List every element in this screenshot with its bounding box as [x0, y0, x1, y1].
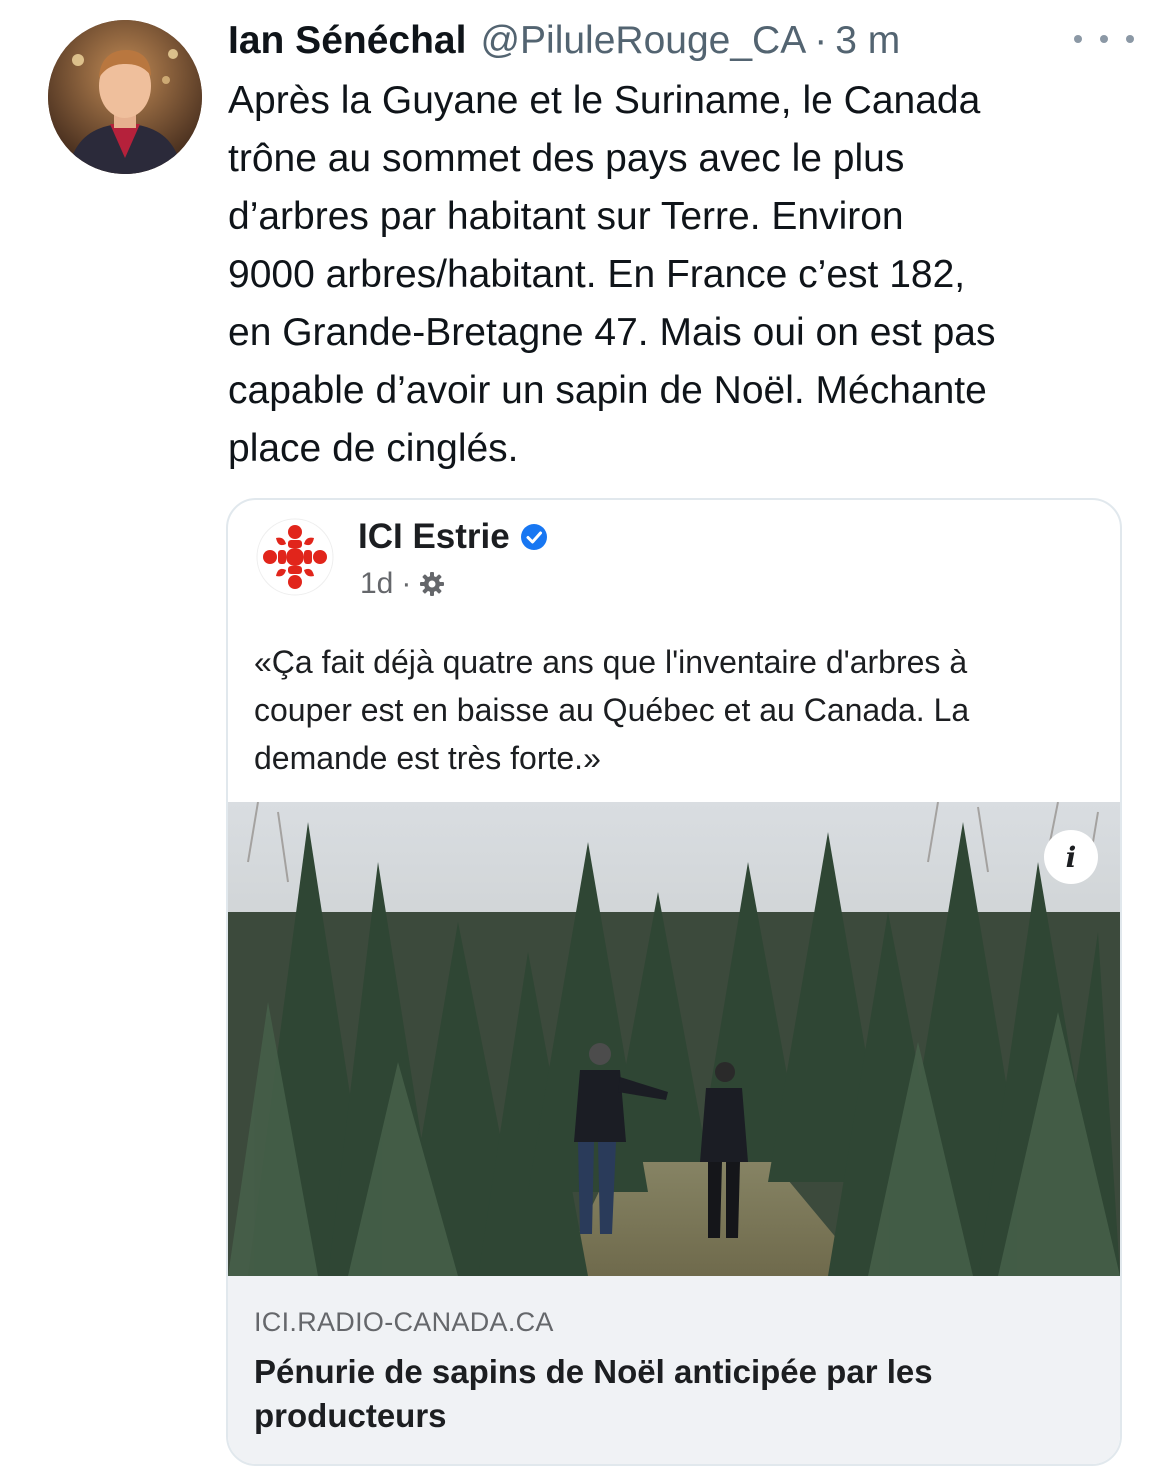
quote-line: demande est très forte.» [254, 740, 601, 776]
author-avatar[interactable] [48, 20, 202, 174]
link-preview[interactable]: ICI.RADIO-CANADA.CA Pénurie de sapins de… [228, 1276, 1120, 1464]
post-age: 1d [360, 567, 394, 600]
tweet-text: Après la Guyane et le Suriname, le Canad… [228, 72, 1128, 478]
embedded-post-image[interactable]: ICI Estrie 1d · «Ça fait déjà quatre ans… [226, 498, 1122, 1466]
tweet-text-line: trône au sommet des pays avec le plus [228, 137, 905, 180]
headline-line: Pénurie de sapins de Noël anticipée par … [254, 1353, 933, 1390]
more-dot [1074, 35, 1082, 43]
gear-icon [420, 572, 445, 596]
meta-separator: · [401, 567, 412, 600]
author-handle[interactable]: @PiluleRouge_CA [480, 16, 806, 66]
source-name: ICI Estrie [358, 516, 548, 558]
tweet[interactable]: Ian Sénéchal @PiluleRouge_CA · 3 m Après… [0, 0, 1170, 1478]
article-photo: i [228, 802, 1120, 1276]
tweet-text-line: Après la Guyane et le Suriname, le Canad… [228, 79, 981, 122]
more-dot [1100, 35, 1108, 43]
post-quote: «Ça fait déjà quatre ans que l'inventair… [254, 638, 1104, 782]
author-name[interactable]: Ian Sénéchal [228, 16, 466, 66]
tweet-text-line: en Grande-Bretagne 47. Mais oui on est p… [228, 311, 996, 354]
tweet-timestamp[interactable]: 3 m [835, 16, 900, 66]
tweet-text-line: capable d’avoir un sapin de Noël. Méchan… [228, 369, 987, 412]
quote-line: «Ça fait déjà quatre ans que l'inventair… [254, 644, 968, 680]
more-dot [1126, 35, 1134, 43]
source-name-label: ICI Estrie [358, 517, 510, 556]
header-separator: · [814, 19, 828, 62]
link-headline: Pénurie de sapins de Noël anticipée par … [254, 1350, 1074, 1438]
tweet-text-line: place de cinglés. [228, 427, 519, 470]
avatar-photo [48, 20, 202, 174]
tweet-text-line: 9000 arbres/habitant. En France c’est 18… [228, 253, 966, 296]
quote-line: couper est en baisse au Québec et au Can… [254, 692, 970, 728]
christmas-tree-farm-photo [228, 802, 1120, 1276]
source-meta: 1d · [360, 566, 445, 602]
headline-line: producteurs [254, 1397, 447, 1434]
info-icon[interactable]: i [1044, 830, 1098, 884]
link-domain: ICI.RADIO-CANADA.CA [254, 1307, 554, 1337]
tweet-header: Ian Sénéchal @PiluleRouge_CA · 3 m [228, 16, 900, 66]
tweet-text-line: d’arbres par habitant sur Terre. Environ [228, 195, 904, 238]
more-options-button[interactable] [1074, 24, 1134, 54]
radio-canada-logo [256, 518, 334, 596]
verified-badge-icon [520, 524, 547, 550]
